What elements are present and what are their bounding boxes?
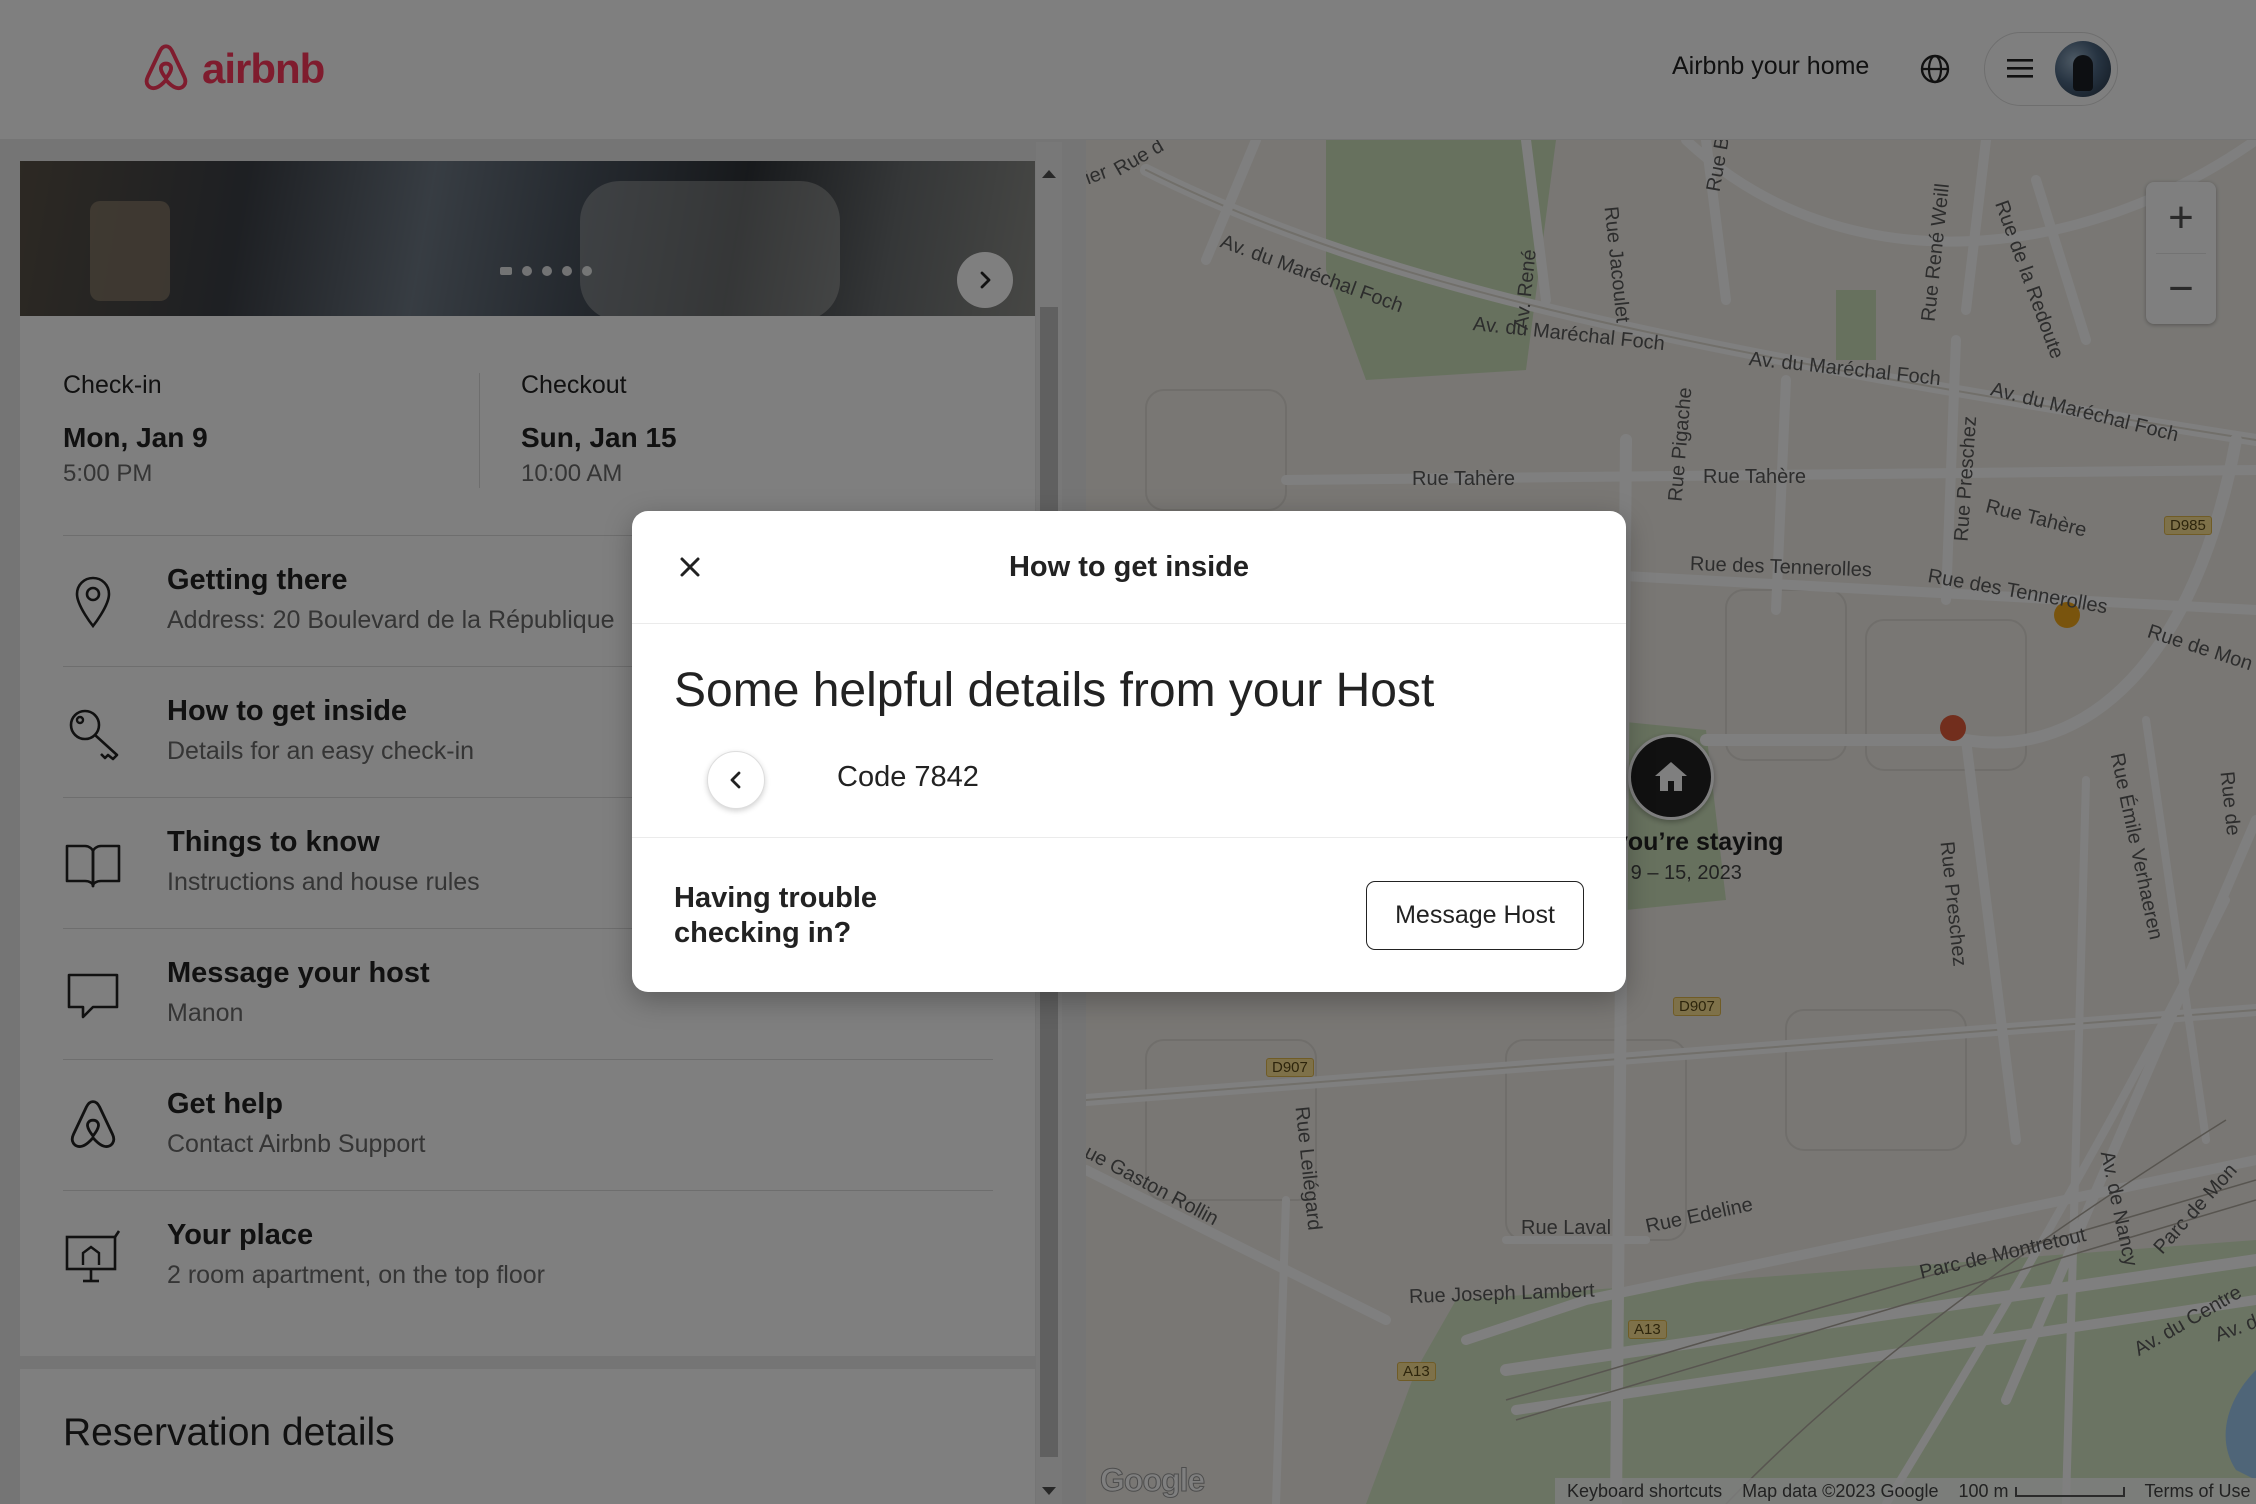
- trouble-text: Having trouble checking in?: [674, 882, 878, 949]
- modal-title: How to get inside: [1008, 551, 1250, 583]
- back-button[interactable]: [707, 751, 765, 809]
- modal-heading: Some helpful details from your Host: [674, 664, 1435, 717]
- chevron-left-icon: [730, 771, 741, 789]
- door-code: Code 7842: [837, 761, 979, 793]
- modal-header: How to get inside: [632, 511, 1626, 624]
- how-to-get-inside-modal: How to get inside Some helpful details f…: [632, 511, 1626, 992]
- message-host-button[interactable]: Message Host: [1366, 881, 1584, 950]
- modal-divider: [632, 837, 1626, 838]
